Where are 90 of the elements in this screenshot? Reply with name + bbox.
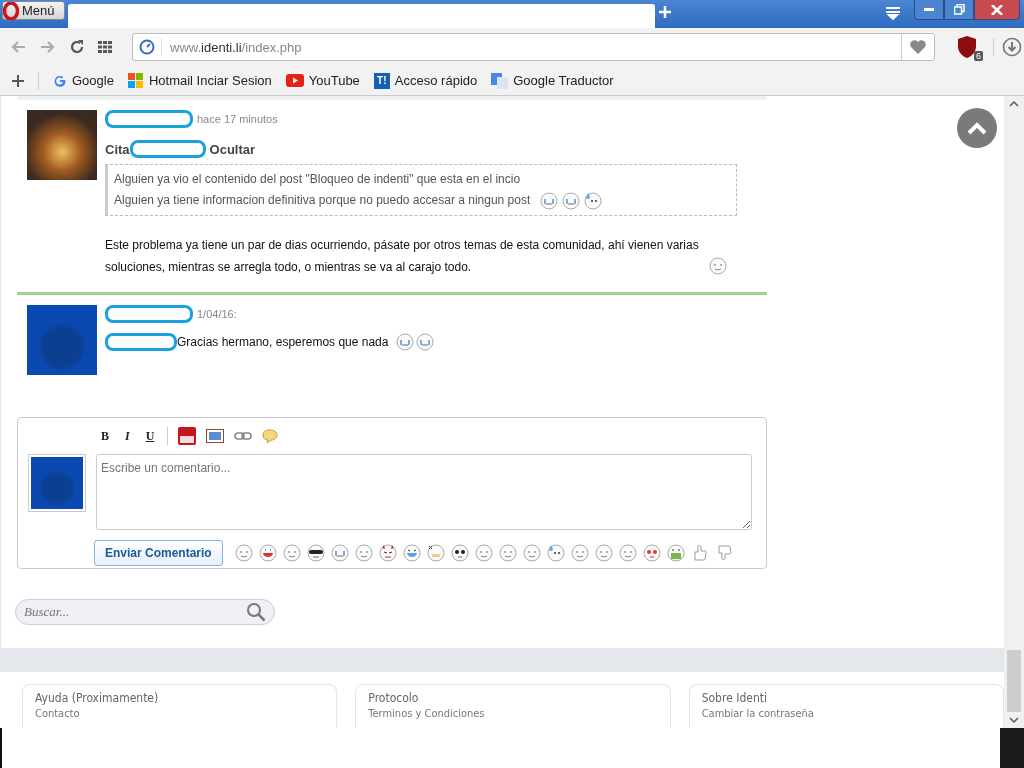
emoticon-icon (619, 544, 637, 562)
bookmark-link[interactable]: YouTube (308, 73, 360, 88)
emoticon-icon (595, 544, 613, 562)
speed-dial-icon[interactable] (139, 39, 155, 55)
reload-icon[interactable] (70, 40, 84, 54)
logo-icon (3, 1, 19, 20)
search-icon[interactable] (246, 602, 266, 622)
emoticon-icon (667, 544, 685, 562)
quote-label: Cita (105, 141, 130, 157)
emoticon-icon (523, 544, 541, 562)
minimize-button[interactable] (914, 0, 944, 20)
new-tab-icon[interactable] (659, 6, 671, 18)
scroll-top-button[interactable] (957, 108, 997, 148)
add-icon[interactable] (12, 74, 24, 87)
emoticon-icon (643, 544, 661, 562)
emoticon-icon (709, 257, 727, 275)
scrollbar-thumb[interactable] (1007, 650, 1021, 712)
link-icon[interactable] (234, 432, 253, 440)
image-icon[interactable] (206, 429, 225, 443)
footer-heading: Ayuda (Proximamente) (35, 691, 160, 705)
photo-placeholder (27, 110, 97, 180)
emoticon-icon (562, 192, 580, 209)
emoticon-icon (403, 544, 421, 562)
video-icon[interactable] (178, 427, 197, 445)
comment-time: 1/04/16: (197, 308, 237, 320)
hide-link[interactable]: Ocultar (209, 141, 256, 157)
quote-text: Alguien ya tiene informacion definitiva porque no puedo accesar a ningun post (114, 192, 531, 209)
emoticon-icon (584, 192, 602, 209)
emoticon-icon (416, 333, 434, 351)
emoticon-icon (451, 544, 469, 562)
footer-link[interactable]: Contacto (35, 707, 325, 720)
comment-time: hace 17 minutos (197, 113, 278, 125)
windows-icon (127, 72, 144, 89)
comment-field[interactable]: Escribe un comentario... (96, 454, 752, 530)
bookmark-link[interactable]: Acceso rápido (394, 73, 478, 88)
search-field[interactable]: Buscar... (15, 599, 275, 625)
download-icon[interactable] (1002, 37, 1022, 57)
submit-button[interactable]: Enviar Comentario (94, 540, 223, 566)
footer-heading: Protocolo (368, 691, 420, 705)
tab-menu-icon[interactable] (886, 6, 900, 20)
close-button[interactable] (974, 0, 1020, 20)
avatar-image (31, 457, 83, 509)
bookmark-link[interactable]: Google (72, 73, 114, 88)
quote-text: Alguien ya vio el contenido del post "Bloqueo de indenti" que esta en el incio (114, 171, 521, 188)
emoticon-icon (259, 544, 277, 562)
footer-link[interactable]: Cambiar la contraseña (701, 707, 991, 720)
avatar-image (27, 305, 97, 375)
emoticon-icon (379, 544, 397, 562)
format-button[interactable]: U (142, 428, 158, 444)
bookmark-link[interactable]: Hotmail Inciar Sesion (148, 73, 272, 88)
google-icon (53, 73, 67, 88)
url-text: www.identi.li/index.php (169, 39, 303, 55)
emoticon-icon (547, 544, 565, 562)
translate-icon (491, 72, 509, 89)
chevron-up-icon (967, 121, 987, 135)
footer-heading: Sobre Identi (701, 691, 768, 705)
emoticon-icon (475, 544, 493, 562)
footer-link[interactable]: Terminos y Condiciones (368, 707, 658, 720)
youtube-icon (285, 74, 304, 87)
emoticon-icon (540, 192, 558, 209)
emoticon-icon (499, 544, 517, 562)
emoticon-icon (427, 544, 445, 562)
emoticon-icon (235, 544, 253, 562)
comment-text: Gracias hermano, esperemos que nada (177, 335, 389, 349)
emoticon-icon (307, 544, 325, 562)
count-badge: 6 (974, 51, 983, 61)
heart-icon[interactable] (910, 40, 926, 54)
scroll-up-icon[interactable] (1009, 100, 1019, 108)
thumbs-down-icon[interactable] (718, 545, 732, 560)
scroll-down-icon[interactable] (1009, 716, 1019, 724)
scrollbar[interactable] (1004, 96, 1024, 728)
emoticon-icon (283, 544, 301, 562)
redaction-mark (105, 333, 177, 351)
comment-text: Este problema ya tiene un par de dias ocurriendo, pásate por otros temas de esta comunidad, ahí vienen varias soluciones, mientras se arregla todo, o mientras se va al carajo todo. (105, 237, 700, 276)
maximize-button[interactable] (944, 0, 974, 20)
address-field[interactable]: www.identi.li/index.php (132, 33, 935, 61)
emoticon-icon (355, 544, 373, 562)
restore-icon (953, 4, 965, 15)
format-button[interactable]: I (122, 428, 133, 444)
emoticon-icon (396, 333, 414, 351)
bookmark-link[interactable]: Google Traductor (513, 73, 614, 88)
emoticon-icon (331, 544, 349, 562)
menu-button[interactable]: Menú (2, 1, 65, 20)
minimize-icon (924, 7, 934, 12)
shortcut-icon: T! (373, 72, 390, 89)
grid-icon[interactable] (98, 41, 112, 53)
format-button[interactable]: B (98, 428, 112, 444)
emoticon-icon (571, 544, 589, 562)
close-icon (991, 4, 1003, 15)
thumbs-up-icon[interactable] (694, 545, 707, 561)
